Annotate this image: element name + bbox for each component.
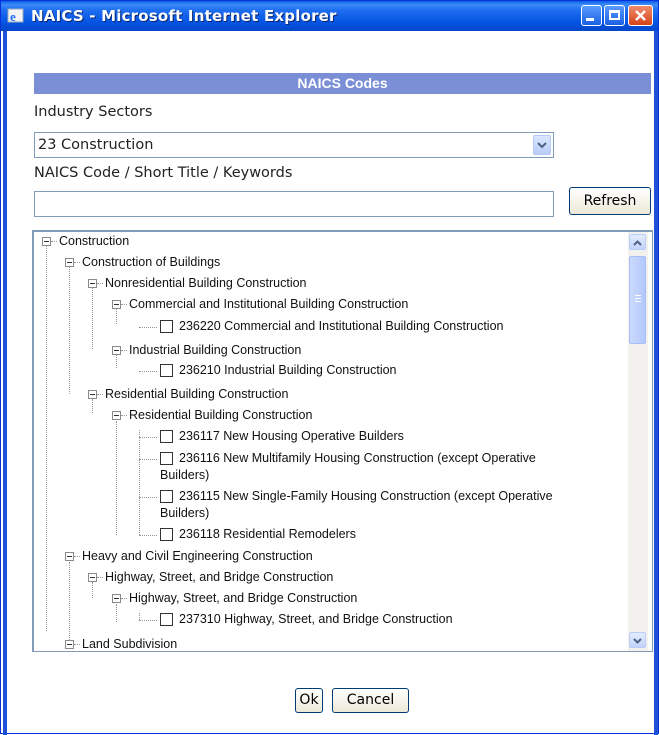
tree-node[interactable]: Construction of Buildings <box>82 255 220 270</box>
industry-sector-value: 23 Construction <box>38 137 154 153</box>
tree-connector <box>139 620 157 621</box>
close-button[interactable] <box>628 5 653 26</box>
tree-connector <box>139 535 157 536</box>
tree-node[interactable]: Nonresidential Building Construction <box>105 276 307 291</box>
industry-sectors-label: Industry Sectors <box>34 104 153 120</box>
window-border-left <box>3 31 7 735</box>
collapse-toggle[interactable] <box>112 411 121 420</box>
minimize-button[interactable] <box>581 5 602 26</box>
tree-connector <box>139 327 157 328</box>
panel-header: NAICS Codes <box>34 73 651 94</box>
tree-connector <box>92 288 93 349</box>
tree-connector <box>46 246 47 631</box>
refresh-button[interactable]: Refresh <box>569 187 651 215</box>
tree-connector <box>74 556 80 557</box>
collapse-toggle[interactable] <box>88 390 97 399</box>
close-icon <box>635 10 646 21</box>
svg-text:e: e <box>10 9 16 24</box>
collapse-toggle[interactable] <box>65 640 74 649</box>
tree-connector <box>69 562 70 642</box>
naics-checkbox[interactable] <box>160 452 173 465</box>
tree-connector <box>92 399 93 413</box>
tree-node[interactable]: 236220 Commercial and Institutional Buil… <box>179 319 504 334</box>
tree-connector <box>69 267 70 394</box>
window-title: NAICS - Microsoft Internet Explorer <box>31 7 337 25</box>
tree-connector <box>116 355 117 368</box>
cancel-button[interactable]: Cancel <box>332 688 409 713</box>
tree-node[interactable]: 236118 Residential Remodelers <box>179 527 356 542</box>
dropdown-arrow-button[interactable] <box>533 135 551 155</box>
tree-connector <box>74 644 80 645</box>
naics-checkbox[interactable] <box>160 364 173 377</box>
title-bar[interactable]: e NAICS - Microsoft Internet Explorer <box>1 1 658 31</box>
tree-connector <box>116 604 117 622</box>
window-border-right <box>654 31 658 735</box>
tree-scrollbar[interactable] <box>628 232 648 651</box>
tree-node[interactable]: 236115 New Single-Family Housing Constru… <box>179 489 553 504</box>
tree-connector <box>139 613 140 620</box>
keyword-input[interactable] <box>34 191 554 217</box>
chevron-down-icon <box>633 638 642 644</box>
collapse-toggle[interactable] <box>112 346 121 355</box>
tree-node-continuation: Builders) <box>160 468 210 482</box>
tree-node[interactable]: Industrial Building Construction <box>129 343 301 358</box>
chevron-down-icon <box>537 142 547 149</box>
tree-connector <box>74 262 80 263</box>
naics-tree[interactable]: Construction Construction of Buildings N… <box>32 230 653 652</box>
collapse-toggle[interactable] <box>65 258 74 267</box>
industry-sector-select[interactable]: 23 Construction <box>34 132 554 158</box>
scroll-down-button[interactable] <box>629 632 646 648</box>
naics-checkbox[interactable] <box>160 528 173 541</box>
tree-connector <box>51 241 57 242</box>
scroll-thumb[interactable] <box>629 256 646 344</box>
tree-connector <box>139 430 140 535</box>
tree-connector <box>92 582 93 598</box>
tree-node[interactable]: Commercial and Institutional Building Co… <box>129 297 408 312</box>
collapse-toggle[interactable] <box>112 300 121 309</box>
ie-logo-icon: e <box>7 8 24 24</box>
tree-node[interactable]: 237310 Highway, Street, and Bridge Const… <box>179 612 453 627</box>
tree-connector <box>116 421 117 535</box>
naics-checkbox[interactable] <box>160 430 173 443</box>
tree-connector <box>121 350 127 351</box>
collapse-toggle[interactable] <box>88 279 97 288</box>
ie-window: e NAICS - Microsoft Internet Explorer NA… <box>0 0 659 735</box>
tree-connector <box>139 437 157 438</box>
tree-node[interactable]: 236116 New Multifamily Housing Construct… <box>179 451 536 466</box>
tree-connector <box>139 497 157 498</box>
collapse-toggle[interactable] <box>65 552 74 561</box>
tree-node[interactable]: 236117 New Housing Operative Builders <box>179 429 404 444</box>
collapse-toggle[interactable] <box>88 573 97 582</box>
tree-node[interactable]: 236210 Industrial Building Construction <box>179 363 397 378</box>
tree-node[interactable]: Highway, Street, and Bridge Construction <box>105 570 333 585</box>
keyword-label: NAICS Code / Short Title / Keywords <box>34 165 293 181</box>
tree-node[interactable]: Heavy and Civil Engineering Construction <box>82 549 313 564</box>
tree-connector <box>139 459 157 460</box>
tree-node[interactable]: Residential Building Construction <box>129 408 312 423</box>
tree-connector <box>139 371 157 372</box>
tree-connector <box>97 577 103 578</box>
naics-checkbox[interactable] <box>160 320 173 333</box>
naics-checkbox[interactable] <box>160 613 173 626</box>
tree-node[interactable]: Highway, Street, and Bridge Construction <box>129 591 357 606</box>
tree-connector <box>97 283 103 284</box>
tree-connector <box>121 304 127 305</box>
ok-button[interactable]: Ok <box>295 688 323 713</box>
tree-connector <box>116 309 117 324</box>
collapse-toggle[interactable] <box>42 237 51 246</box>
tree-connector <box>97 394 103 395</box>
chevron-up-icon <box>633 240 642 246</box>
tree-connector <box>121 415 127 416</box>
maximize-button[interactable] <box>604 5 625 26</box>
collapse-toggle[interactable] <box>112 594 121 603</box>
scroll-up-button[interactable] <box>629 234 646 250</box>
tree-node[interactable]: Residential Building Construction <box>105 387 288 402</box>
tree-node-continuation: Builders) <box>160 506 210 520</box>
naics-checkbox[interactable] <box>160 490 173 503</box>
tree-node[interactable]: Construction <box>59 234 129 249</box>
tree-connector <box>121 598 127 599</box>
tree-node[interactable]: Land Subdivision <box>82 637 177 651</box>
